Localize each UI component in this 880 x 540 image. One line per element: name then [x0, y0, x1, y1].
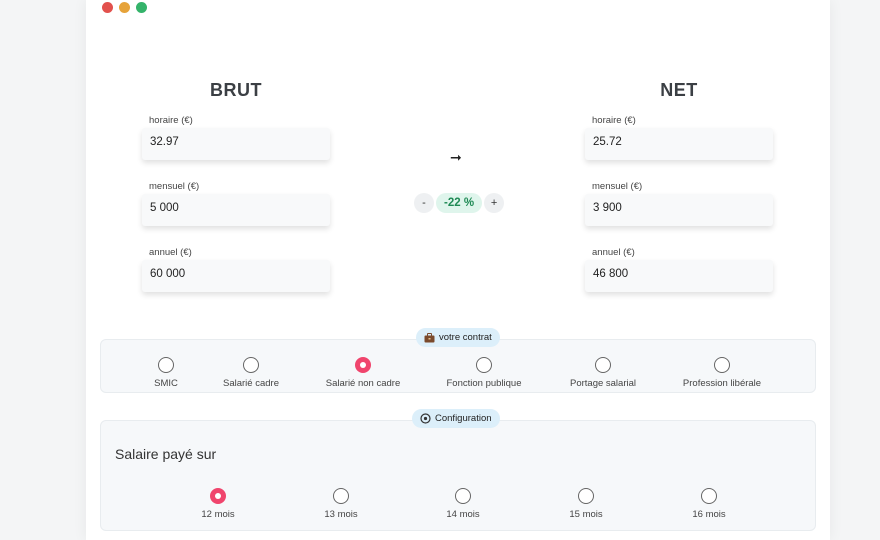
close-dot[interactable]	[102, 2, 113, 13]
months-option-label: 12 mois	[201, 509, 235, 520]
contract-pill: votre contrat	[416, 328, 500, 347]
rate-decrease-button[interactable]: -	[414, 193, 434, 213]
contract-option-salarie-non-cadre[interactable]: Salarié non cadre	[313, 357, 413, 389]
window-controls	[102, 2, 147, 13]
radio-button[interactable]	[714, 357, 730, 373]
rate-value: -22 %	[436, 193, 483, 213]
gear-icon	[420, 413, 431, 424]
radio-button[interactable]	[243, 357, 259, 373]
months-option-15[interactable]: 15 mois	[561, 488, 611, 520]
months-option-13[interactable]: 13 mois	[316, 488, 366, 520]
contract-option-label: SMIC	[154, 378, 178, 389]
contract-option-salarie-cadre[interactable]: Salarié cadre	[211, 357, 291, 389]
net-yearly-input[interactable]: 46 800	[585, 260, 773, 292]
brut-monthly-label: mensuel (€)	[149, 181, 200, 192]
arrow-right-icon: ➞	[450, 149, 462, 165]
net-hourly-input[interactable]: 25.72	[585, 128, 773, 160]
radio-button[interactable]	[158, 357, 174, 373]
brut-title: BRUT	[210, 80, 262, 100]
brut-yearly-label: annuel (€)	[149, 247, 192, 258]
contract-option-smic[interactable]: SMIC	[146, 357, 186, 389]
radio-button[interactable]	[476, 357, 492, 373]
contract-option-portage-salarial[interactable]: Portage salarial	[553, 357, 653, 389]
brut-monthly-input[interactable]: 5 000	[142, 194, 330, 226]
months-option-label: 13 mois	[324, 509, 358, 520]
briefcase-icon	[424, 332, 435, 342]
months-option-14[interactable]: 14 mois	[438, 488, 488, 520]
months-option-label: 15 mois	[569, 509, 603, 520]
brut-yearly-input[interactable]: 60 000	[142, 260, 330, 292]
radio-button[interactable]	[333, 488, 349, 504]
brut-hourly-input[interactable]: 32.97	[142, 128, 330, 160]
maximize-dot[interactable]	[136, 2, 147, 13]
contract-panel: SMIC Salarié cadre Salarié non cadre Fon…	[100, 339, 816, 393]
net-yearly-label: annuel (€)	[592, 247, 635, 258]
configuration-pill-label: Configuration	[435, 413, 492, 424]
months-option-12[interactable]: 12 mois	[193, 488, 243, 520]
radio-button[interactable]	[701, 488, 717, 504]
rate-increase-button[interactable]: +	[484, 193, 505, 213]
net-monthly-label: mensuel (€)	[592, 181, 643, 192]
brut-hourly-label: horaire (€)	[149, 115, 193, 126]
net-monthly-input[interactable]: 3 900	[585, 194, 773, 226]
radio-button-selected[interactable]	[210, 488, 226, 504]
rate-control: - -22 % +	[414, 193, 505, 213]
radio-button[interactable]	[595, 357, 611, 373]
radio-button-selected[interactable]	[355, 357, 371, 373]
contract-option-label: Salarié cadre	[223, 378, 279, 389]
net-title: NET	[660, 80, 698, 100]
contract-option-label: Salarié non cadre	[325, 378, 401, 389]
radio-button[interactable]	[455, 488, 471, 504]
months-option-16[interactable]: 16 mois	[684, 488, 734, 520]
contract-option-label: Profession libérale	[682, 378, 762, 389]
contract-option-fonction-publique[interactable]: Fonction publique	[434, 357, 534, 389]
configuration-pill: Configuration	[412, 409, 500, 428]
contract-option-label: Portage salarial	[569, 378, 636, 389]
months-option-label: 16 mois	[692, 509, 726, 520]
minimize-dot[interactable]	[119, 2, 130, 13]
app-window: BRUT horaire (€) 32.97 mensuel (€) 5 000…	[86, 0, 830, 540]
months-option-label: 14 mois	[446, 509, 480, 520]
contract-option-profession-liberale[interactable]: Profession libérale	[667, 357, 777, 389]
salary-months-heading: Salaire payé sur	[115, 446, 217, 462]
radio-button[interactable]	[578, 488, 594, 504]
contract-pill-label: votre contrat	[439, 332, 492, 343]
configuration-panel: Salaire payé sur 12 mois 13 mois 14 mois…	[100, 420, 816, 531]
contract-option-label: Fonction publique	[446, 378, 522, 389]
net-hourly-label: horaire (€)	[592, 115, 636, 126]
